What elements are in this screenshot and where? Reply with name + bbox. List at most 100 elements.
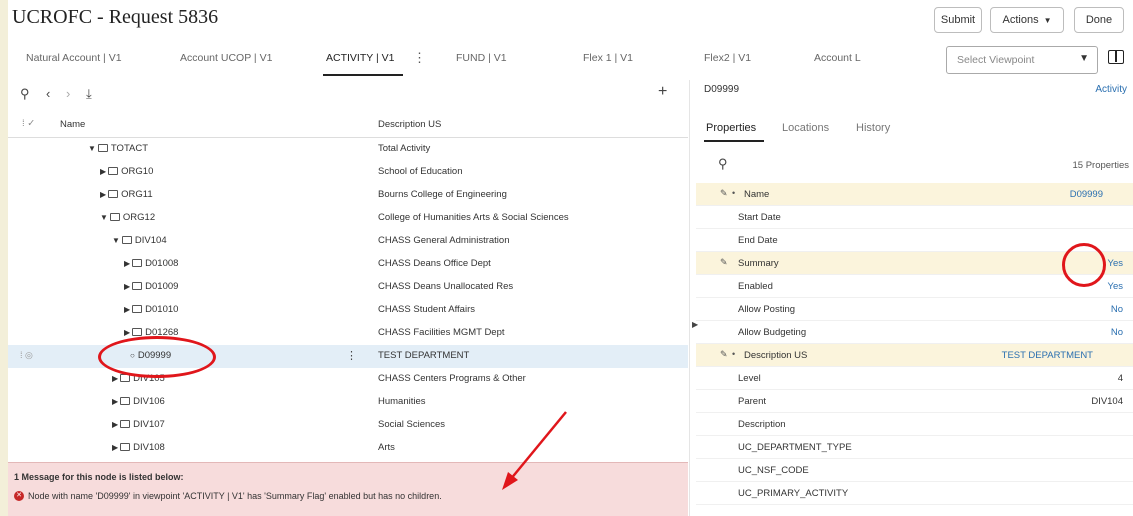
search-icon[interactable]: ⚲ [718, 156, 728, 172]
caret-right-icon[interactable]: ▶ [112, 443, 118, 452]
column-menu-icon[interactable]: ⁞ ✓ [22, 118, 35, 129]
property-value[interactable]: D09999 [1070, 189, 1103, 200]
tab-history[interactable]: History [856, 122, 890, 134]
required-icon: • [732, 349, 736, 359]
tab-flex2[interactable]: Flex2 | V1 [704, 52, 751, 64]
caret-right-icon[interactable]: ▶ [100, 190, 106, 199]
node-description: CHASS Student Affairs [378, 304, 475, 315]
property-row[interactable]: ✎ • Name D09999 [696, 183, 1133, 206]
property-row[interactable]: UC_DEPARTMENT_TYPE [696, 436, 1133, 459]
table-row[interactable]: ▼ ORG12 College of Humanities Arts & Soci… [8, 207, 688, 230]
property-row[interactable]: ✎ • Description US TEST DEPARTMENT [696, 344, 1133, 367]
selected-node-name: D09999 [704, 84, 740, 95]
viewpoint-link[interactable]: Activity [1095, 84, 1127, 95]
folder-icon [132, 328, 143, 336]
caret-right-icon[interactable]: ▶ [112, 420, 118, 429]
property-row[interactable]: UC_PRIMARY_ACTIVITY [696, 482, 1133, 505]
panel-divider[interactable] [689, 80, 690, 516]
property-row[interactable]: Description [696, 413, 1133, 436]
property-label: UC_DEPARTMENT_TYPE [738, 442, 852, 453]
actions-label: Actions [1002, 14, 1039, 26]
property-row[interactable]: Allow Budgeting No [696, 321, 1133, 344]
property-row[interactable]: Allow Posting No [696, 298, 1133, 321]
table-row[interactable]: ▼ DIV104 CHASS General Administration [8, 230, 688, 253]
tab-flex1[interactable]: Flex 1 | V1 [583, 52, 633, 64]
node-description: CHASS Centers Programs & Other [378, 373, 526, 384]
caret-right-icon[interactable]: ▶ [124, 328, 130, 337]
property-label: Parent [738, 396, 766, 407]
table-row[interactable]: ▼ TOTACT Total Activity [8, 138, 688, 161]
property-value[interactable]: DIV104 [1091, 396, 1123, 407]
node-name: DIV107 [133, 419, 165, 430]
property-value[interactable]: Yes [1108, 281, 1124, 292]
table-row[interactable]: ▶ DIV107 Social Sciences [8, 414, 688, 437]
caret-down-icon[interactable]: ▼ [112, 236, 120, 245]
property-row[interactable]: UC_NSF_CODE [696, 459, 1133, 482]
table-row[interactable]: ▶ DIV105 CHASS Centers Programs & Other [8, 368, 688, 391]
table-row[interactable]: ▶ D01268 CHASS Facilities MGMT Dept [8, 322, 688, 345]
table-row[interactable]: ▶ DIV108 Arts [8, 437, 688, 460]
property-value[interactable]: No [1111, 304, 1123, 315]
add-icon[interactable]: + [658, 83, 667, 101]
page-header: UCROFC - Request 5836 Submit Actions ▼ D… [8, 0, 1133, 40]
tab-more-icon[interactable]: ⋮ [413, 50, 426, 66]
property-row[interactable]: Start Date [696, 206, 1133, 229]
tab-fund[interactable]: FUND | V1 [456, 52, 507, 64]
property-row[interactable]: Parent DIV104 [696, 390, 1133, 413]
pencil-icon: ✎ [720, 188, 728, 198]
tab-properties[interactable]: Properties [706, 122, 756, 134]
property-label: Allow Budgeting [738, 327, 807, 338]
tab-account-l[interactable]: Account L [814, 52, 861, 64]
done-button[interactable]: Done [1074, 7, 1124, 33]
table-row[interactable]: ▶ D01008 CHASS Deans Office Dept [8, 253, 688, 276]
folder-icon [108, 167, 119, 175]
table-row[interactable]: ▶ D01009 CHASS Deans Unallocated Res [8, 276, 688, 299]
caret-down-icon[interactable]: ▼ [88, 144, 96, 153]
back-icon[interactable]: ‹ [46, 86, 50, 101]
node-name: D01010 [145, 304, 179, 315]
table-row[interactable]: ▶ ORG11 Bourns College of Engineering [8, 184, 688, 207]
caret-right-icon[interactable]: ▶ [112, 397, 118, 406]
caret-right-icon[interactable]: ▶ [124, 305, 130, 314]
property-label: End Date [738, 235, 778, 246]
actions-button[interactable]: Actions ▼ [990, 7, 1064, 33]
caret-right-icon[interactable]: ▶ [100, 167, 106, 176]
folder-icon [121, 236, 132, 244]
row-handle-icon[interactable]: ⁞ ◎ [20, 350, 33, 361]
viewpoint-select[interactable]: Select Viewpoint ▼ [946, 46, 1098, 74]
property-row[interactable]: Level 4 [696, 367, 1133, 390]
submit-button[interactable]: Submit [934, 7, 982, 33]
caret-right-icon[interactable]: ▶ [112, 374, 118, 383]
caret-right-icon[interactable]: ▶ [124, 259, 130, 268]
search-icon[interactable]: ⚲ [20, 86, 30, 102]
description-column-header[interactable]: Description US [378, 119, 441, 130]
table-row[interactable]: ▶ DIV106 Humanities [8, 391, 688, 414]
node-description: CHASS Facilities MGMT Dept [378, 327, 505, 338]
property-value[interactable]: 4 [1118, 373, 1123, 384]
property-label: UC_NSF_CODE [738, 465, 809, 476]
property-value[interactable]: TEST DEPARTMENT [1002, 350, 1093, 361]
folder-icon [132, 282, 143, 290]
forward-icon[interactable]: › [66, 86, 70, 101]
download-icon[interactable]: ⤓ [86, 86, 92, 102]
tab-account-ucop[interactable]: Account UCOP | V1 [180, 52, 272, 64]
message-title: 1 Message for this node is listed below: [14, 472, 184, 482]
caret-right-icon[interactable]: ▶ [124, 282, 130, 291]
node-name: D01008 [145, 258, 179, 269]
name-column-header[interactable]: Name [60, 119, 85, 130]
tab-natural-account[interactable]: Natural Account | V1 [26, 52, 122, 64]
property-value[interactable]: Yes [1108, 258, 1124, 269]
split-view-icon[interactable] [1108, 50, 1124, 64]
tab-locations[interactable]: Locations [782, 122, 829, 134]
folder-icon [120, 443, 131, 451]
node-description: College of Humanities Arts & Social Scie… [378, 212, 569, 223]
node-name: D01009 [145, 281, 179, 292]
row-menu-icon[interactable]: ⋮ [346, 349, 357, 362]
caret-down-icon[interactable]: ▼ [100, 213, 108, 222]
property-value[interactable]: No [1111, 327, 1123, 338]
property-label: Enabled [738, 281, 773, 292]
table-row[interactable]: ▶ D01010 CHASS Student Affairs [8, 299, 688, 322]
tab-activity[interactable]: ACTIVITY | V1 [326, 52, 394, 64]
node-description: CHASS Deans Office Dept [378, 258, 491, 269]
table-row[interactable]: ▶ ORG10 School of Education [8, 161, 688, 184]
